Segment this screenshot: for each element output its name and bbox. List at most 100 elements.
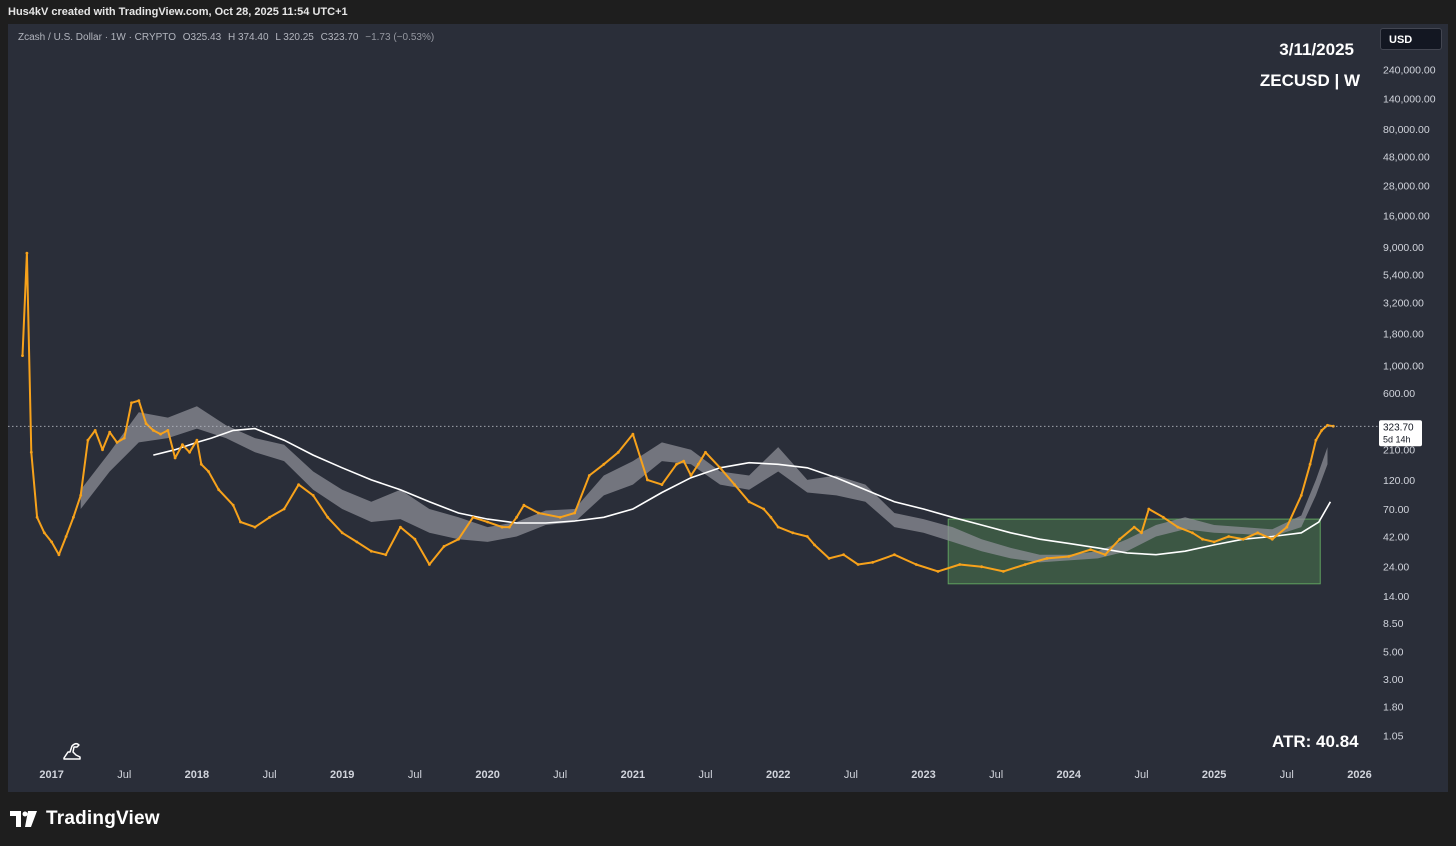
price-point bbox=[1140, 531, 1143, 535]
price-point bbox=[689, 474, 693, 477]
price-point bbox=[108, 430, 112, 434]
price-point bbox=[646, 478, 649, 482]
price-point bbox=[72, 515, 75, 519]
price-point bbox=[29, 450, 33, 454]
x-tick-label: Jul bbox=[263, 769, 277, 781]
y-tick-label: 240,000.00 bbox=[1383, 65, 1436, 77]
price-point bbox=[159, 432, 163, 436]
price-point bbox=[1176, 525, 1180, 529]
price-point bbox=[1201, 537, 1204, 541]
price-point bbox=[101, 448, 104, 452]
price-point bbox=[173, 456, 177, 460]
price-point bbox=[1285, 525, 1289, 529]
price-point bbox=[1256, 531, 1260, 535]
y-tick-label: 16,000.00 bbox=[1383, 211, 1430, 223]
price-point bbox=[79, 494, 83, 497]
price-point bbox=[50, 540, 53, 544]
price-point bbox=[268, 515, 271, 519]
price-point bbox=[1308, 462, 1312, 466]
price-point bbox=[217, 488, 221, 492]
price-point bbox=[195, 438, 199, 442]
x-tick-label: 2023 bbox=[911, 769, 935, 781]
dino-logo-icon bbox=[60, 738, 86, 764]
price-point bbox=[631, 432, 635, 436]
tradingview-logo-icon bbox=[10, 811, 37, 827]
y-tick-label: 28,000.00 bbox=[1383, 181, 1430, 193]
time-axis: 2017 Jul 2018 Jul 2019 Jul 2020 Jul 2021 Jul 2022 J… bbox=[39, 769, 1371, 781]
y-tick-label: 210.00 bbox=[1383, 445, 1415, 457]
price-point bbox=[130, 401, 133, 405]
price-point bbox=[428, 563, 431, 566]
y-tick-label: 1.80 bbox=[1383, 702, 1404, 714]
price-point bbox=[166, 429, 170, 432]
price-point bbox=[1212, 540, 1216, 544]
x-tick-label: Jul bbox=[844, 769, 858, 781]
x-tick-label: 2024 bbox=[1057, 769, 1082, 781]
y-tick-label: 9,000.00 bbox=[1383, 242, 1424, 254]
price-point bbox=[1320, 429, 1324, 432]
price-point bbox=[675, 462, 678, 466]
bar-countdown-text: 5d 14h bbox=[1383, 434, 1411, 444]
price-point bbox=[871, 561, 874, 564]
price-point bbox=[827, 557, 831, 560]
price-point bbox=[355, 540, 359, 544]
y-tick-label: 3.00 bbox=[1383, 674, 1404, 686]
price-point bbox=[137, 399, 141, 403]
price-point bbox=[762, 507, 766, 511]
x-tick-label: Jul bbox=[553, 769, 567, 781]
price-point bbox=[508, 525, 511, 529]
y-tick-label: 3,200.00 bbox=[1383, 298, 1424, 310]
x-tick-label: 2019 bbox=[330, 769, 354, 781]
x-tick-label: 2026 bbox=[1347, 769, 1371, 781]
price-point bbox=[958, 563, 962, 566]
price-point bbox=[696, 462, 700, 466]
x-tick-label: Jul bbox=[1134, 769, 1148, 781]
price-point bbox=[1241, 537, 1245, 541]
price-point bbox=[1089, 548, 1092, 551]
price-point bbox=[1270, 537, 1274, 541]
price-point bbox=[587, 474, 591, 477]
price-point bbox=[144, 422, 148, 425]
y-tick-label: 70.00 bbox=[1383, 504, 1409, 516]
price-point bbox=[486, 520, 489, 524]
x-tick-label: 2022 bbox=[766, 769, 790, 781]
y-tick-label: 24.00 bbox=[1383, 562, 1409, 574]
y-tick-label: 14.00 bbox=[1383, 591, 1409, 603]
chart-panel[interactable]: Zcash / U.S. Dollar · 1W · CRYPTO O325.4… bbox=[8, 24, 1448, 792]
price-point bbox=[1045, 557, 1049, 560]
price-point bbox=[500, 525, 504, 529]
x-tick-label: Jul bbox=[698, 769, 712, 781]
price-point bbox=[471, 515, 475, 519]
price-point bbox=[399, 525, 402, 529]
price-point bbox=[326, 515, 330, 519]
footer-brand-text: TradingView bbox=[46, 808, 160, 829]
ma-band-layer bbox=[80, 406, 1328, 563]
footer-brand: TradingView bbox=[10, 806, 160, 832]
x-tick-label: Jul bbox=[117, 769, 131, 781]
price-point bbox=[1147, 507, 1151, 511]
price-point bbox=[893, 553, 896, 557]
price-point bbox=[914, 563, 918, 566]
price-point bbox=[813, 543, 816, 547]
price-point bbox=[1118, 537, 1122, 541]
price-point bbox=[616, 450, 620, 454]
price-axis: 240,000.00 140,000.00 80,000.00 48,000.00 28… bbox=[1383, 65, 1436, 743]
price-point bbox=[181, 443, 184, 447]
price-point bbox=[558, 515, 562, 519]
price-point bbox=[369, 549, 373, 553]
price-point bbox=[1103, 553, 1107, 557]
price-point bbox=[515, 515, 518, 519]
price-point bbox=[1067, 555, 1071, 558]
price-point bbox=[384, 553, 388, 557]
y-tick-label: 5,400.00 bbox=[1383, 269, 1424, 281]
price-chart[interactable]: 240,000.00 140,000.00 80,000.00 48,000.00 28… bbox=[8, 24, 1448, 792]
atr-label: ATR: 40.84 bbox=[1272, 732, 1359, 751]
y-tick-label: 1,800.00 bbox=[1383, 329, 1424, 341]
price-point bbox=[660, 483, 664, 486]
price-point bbox=[86, 438, 90, 442]
price-point bbox=[718, 466, 722, 470]
price-point bbox=[682, 459, 686, 463]
price-point bbox=[842, 553, 845, 557]
price-point bbox=[188, 450, 192, 454]
price-point bbox=[1002, 570, 1005, 573]
